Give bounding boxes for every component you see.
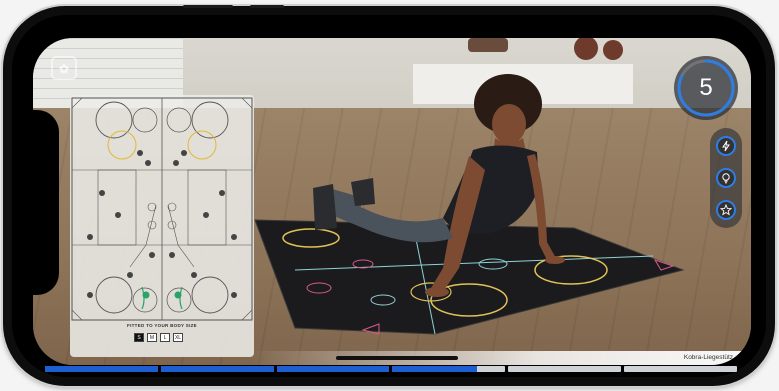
progress-segment [160, 366, 274, 372]
mat-guide-card: FITTED TO YOUR BODY SIZE S M L XL [70, 95, 254, 357]
exercise-name: Kobra-Liegestütz [683, 354, 733, 361]
size-selector: S M L XL [134, 333, 183, 342]
side-button [250, 5, 284, 8]
progress-segment [508, 366, 622, 372]
favorite-button[interactable] [716, 200, 736, 220]
flash-button[interactable] [716, 136, 736, 156]
counter-value: 5 [699, 74, 713, 101]
app-logo-icon: ✿ [51, 56, 77, 80]
workout-progress [45, 366, 737, 372]
size-option-l[interactable]: L [160, 333, 170, 342]
video-screen[interactable]: ✿ FITTED TO YOUR BODY SIZE S M L XL 5 Ko… [33, 38, 751, 365]
size-caption: FITTED TO YOUR BODY SIZE [127, 323, 197, 328]
home-indicator[interactable] [336, 356, 458, 360]
size-option-xl[interactable]: XL [173, 333, 183, 342]
side-button [183, 5, 233, 8]
tip-button[interactable] [716, 168, 736, 188]
action-panel [710, 128, 742, 228]
size-option-m[interactable]: M [147, 333, 157, 342]
mat-diagram [71, 97, 253, 321]
progress-segment [276, 366, 390, 372]
lightbulb-icon [722, 173, 730, 184]
phone-notch [27, 110, 59, 295]
progress-segment [392, 366, 506, 372]
star-icon [720, 204, 732, 216]
size-option-s[interactable]: S [134, 333, 144, 342]
progress-segment [45, 366, 158, 372]
progress-segment [624, 366, 737, 372]
rep-counter: 5 [674, 56, 738, 120]
flash-icon [722, 140, 730, 152]
